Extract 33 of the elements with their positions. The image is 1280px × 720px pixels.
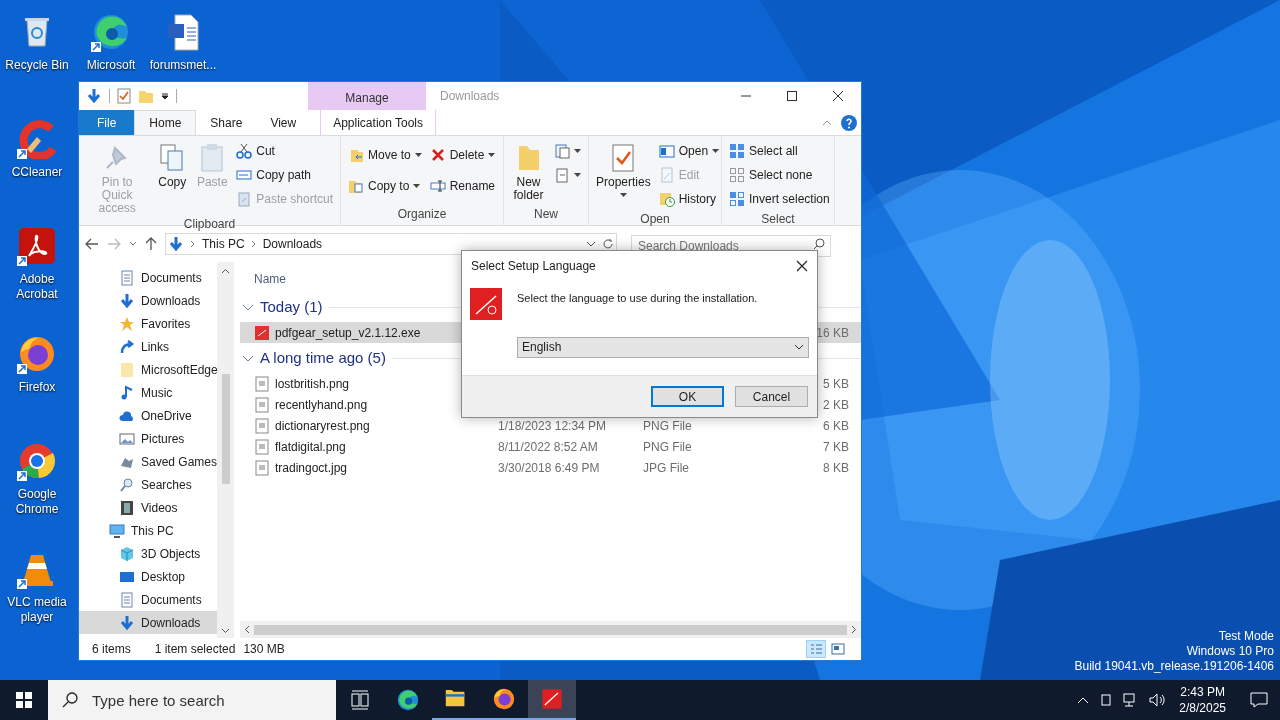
file-name: flatdigital.png	[275, 438, 346, 456]
date-cell: 8/11/2022 8:52 AM	[498, 439, 598, 454]
system-notice: Windows 10 Pro	[1186, 644, 1274, 659]
size-cell-text: 6 KB	[823, 417, 849, 435]
dialog-message: Select the language to use during the installation.	[517, 291, 759, 306]
size-cell-text: 7 KB	[823, 438, 849, 456]
status-text: 6 items	[92, 641, 131, 658]
date-cell: 1/18/2023 12:34 PM	[498, 418, 607, 433]
file-name: recentlyhand.png	[275, 396, 368, 414]
size-cell-text: 5 KB	[823, 375, 849, 393]
system-notice: Build 19041.vb_release.191206-1406	[1074, 659, 1274, 674]
context-tab-header: Manage	[308, 82, 426, 110]
dialog-title: Select Setup Language	[471, 258, 596, 275]
file-name: dictionaryrest.png	[275, 417, 370, 435]
size-cell-text: 8 KB	[823, 459, 849, 477]
system-notice: Test Mode	[1218, 629, 1274, 644]
window-title: Downloads	[440, 88, 500, 105]
file-name: pdfgear_setup_v2.1.12.exe	[275, 324, 421, 342]
status-text: 1 item selected	[154, 641, 236, 658]
ribbon-group-label: Organize	[396, 206, 448, 223]
status-text: 130 MB	[243, 641, 285, 658]
ribbon-group-label: Open	[639, 211, 671, 228]
file-name: lostbritish.png	[275, 375, 350, 393]
size-cell-text: 2 KB	[823, 396, 849, 414]
type-cell: JPG File	[643, 460, 689, 475]
ribbon-group-label: New	[533, 206, 559, 223]
ribbon-group-label: Select	[760, 211, 796, 228]
ribbon-group-label: Clipboard	[182, 216, 237, 233]
type-cell: PNG File	[643, 439, 692, 454]
date-cell: 3/30/2018 6:49 PM	[498, 460, 600, 475]
type-cell: PNG File	[643, 418, 692, 433]
file-name: tradingoct.jpg	[275, 459, 348, 477]
size-cell-text: 16 KB	[816, 324, 849, 342]
